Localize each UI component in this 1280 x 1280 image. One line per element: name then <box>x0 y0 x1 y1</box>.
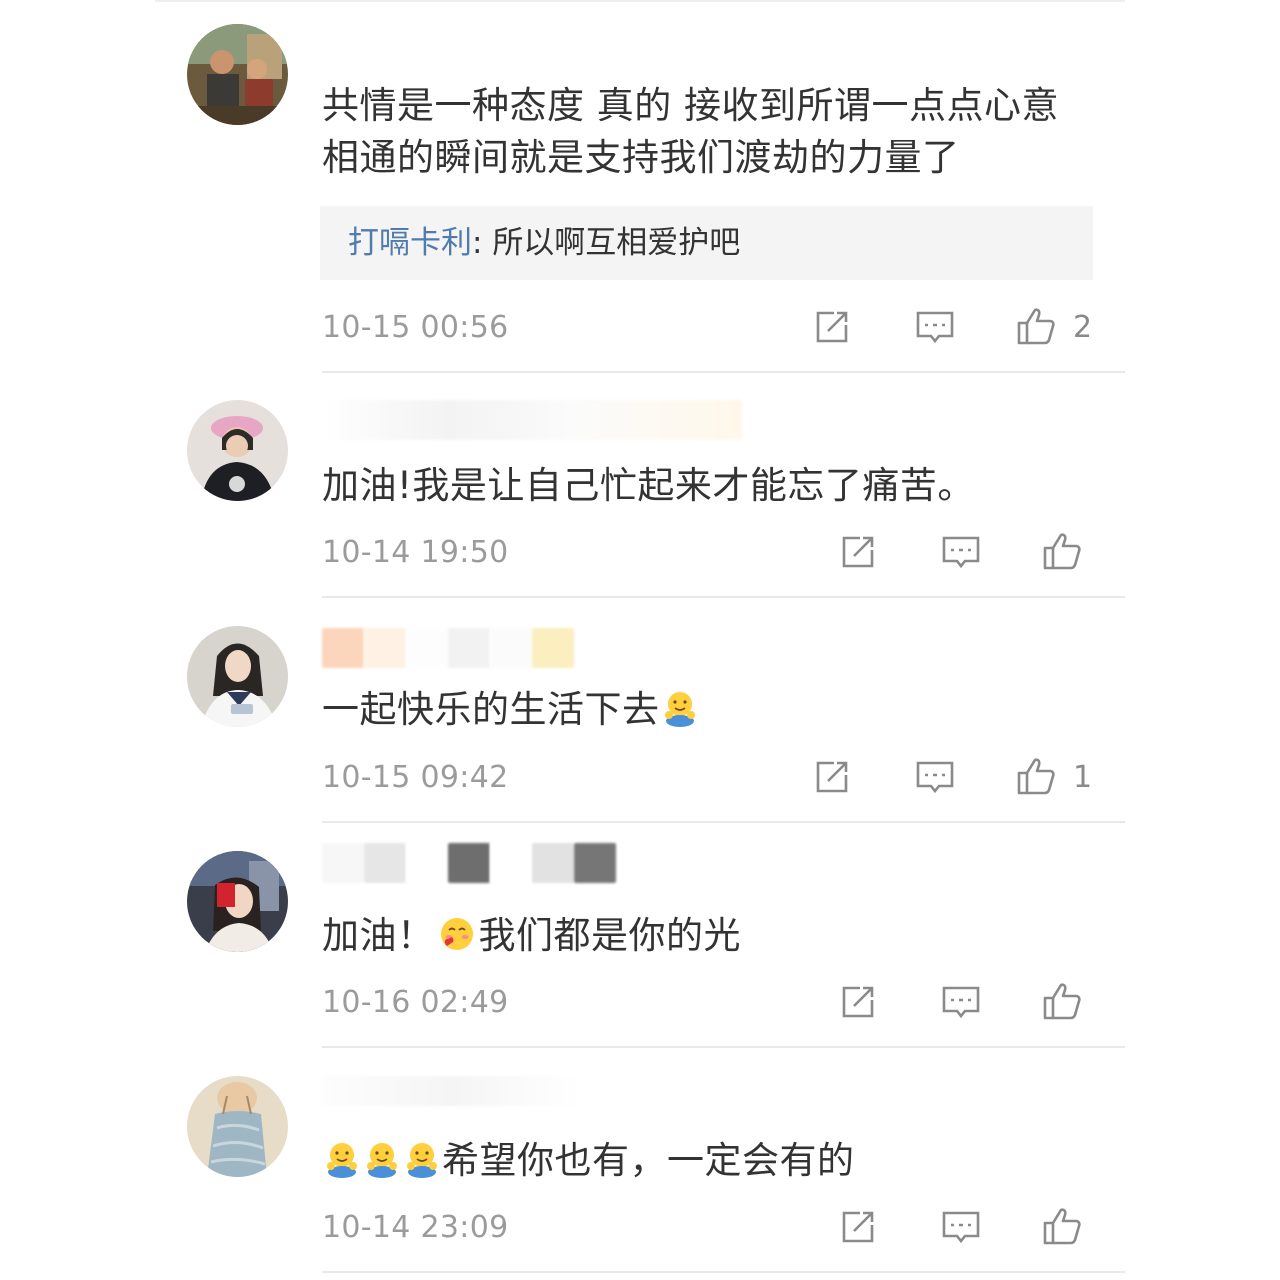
comment-text-body: 希望你也有，一定会有的 <box>442 1139 855 1182</box>
comment-divider <box>322 821 1125 823</box>
hug-emoji <box>407 1143 437 1178</box>
reply-text: 打嗝卡利: 所以啊互相爱护吧 <box>348 223 740 263</box>
like-count: 2 <box>1073 310 1093 345</box>
reply-preview[interactable]: 打嗝卡利: 所以啊互相爱护吧 <box>320 206 1093 280</box>
love-emoji <box>440 918 473 950</box>
username-blurred[interactable] <box>322 843 616 887</box>
hug-emoji <box>327 1143 357 1178</box>
comment-divider <box>322 596 1125 598</box>
comment-time: 10-14 23:09 <box>322 1210 509 1245</box>
comment-time: 10-15 00:56 <box>322 310 509 345</box>
comment-divider <box>322 371 1125 373</box>
comment-time: 10-16 02:49 <box>322 985 509 1020</box>
comment-icon[interactable] <box>915 757 955 797</box>
share-icon[interactable] <box>812 307 852 347</box>
avatar[interactable] <box>187 24 288 125</box>
comment-text-part-a: 加油！ <box>322 914 435 957</box>
avatar[interactable] <box>187 1076 288 1177</box>
like-count: 1 <box>1073 760 1093 795</box>
comment-text: 一起快乐的生活下去 <box>322 684 1082 736</box>
share-icon[interactable] <box>838 1207 878 1247</box>
comment-divider <box>322 1046 1125 1048</box>
comment-text-body: 一起快乐的生活下去 <box>322 688 660 731</box>
username-blurred[interactable] <box>322 400 742 444</box>
avatar[interactable] <box>187 626 288 727</box>
username-blurred[interactable] <box>322 1076 582 1120</box>
hug-emoji <box>367 1143 397 1178</box>
avatar[interactable] <box>187 400 288 501</box>
share-icon[interactable] <box>838 982 878 1022</box>
comment-icon[interactable] <box>941 1207 981 1247</box>
reply-separator: : <box>472 225 493 261</box>
thumbs-up-icon[interactable] <box>1042 1206 1082 1246</box>
thumbs-up-icon[interactable] <box>1042 531 1082 571</box>
reply-body: 所以啊互相爱护吧 <box>492 225 741 261</box>
comment-time: 10-15 09:42 <box>322 760 509 795</box>
comment-text-part-b: 我们都是你的光 <box>478 914 741 957</box>
share-icon[interactable] <box>838 532 878 572</box>
comment-icon[interactable] <box>915 307 955 347</box>
hug-emoji <box>664 692 695 727</box>
comment-divider <box>322 1271 1125 1273</box>
top-divider <box>155 0 1125 2</box>
comment-icon[interactable] <box>941 532 981 572</box>
comment-text: 希望你也有，一定会有的 <box>322 1135 1082 1187</box>
username-blurred[interactable] <box>322 628 574 672</box>
thumbs-up-icon[interactable] <box>1016 756 1056 796</box>
comment-text: 加油!我是让自己忙起来才能忘了痛苦。 <box>322 464 975 507</box>
share-icon[interactable] <box>812 757 852 797</box>
comment-icon[interactable] <box>941 982 981 1022</box>
comment-time: 10-14 19:50 <box>322 535 509 570</box>
thumbs-up-icon[interactable] <box>1016 306 1056 346</box>
comment-text: 加油！ 我们都是你的光 <box>322 910 1082 962</box>
comment-text: 共情是一种态度 真的 接收到所谓一点点心意相通的瞬间就是支持我们渡劫的力量了 <box>322 84 1060 179</box>
avatar[interactable] <box>187 851 288 952</box>
reply-username[interactable]: 打嗝卡利 <box>348 225 472 261</box>
thumbs-up-icon[interactable] <box>1042 981 1082 1021</box>
